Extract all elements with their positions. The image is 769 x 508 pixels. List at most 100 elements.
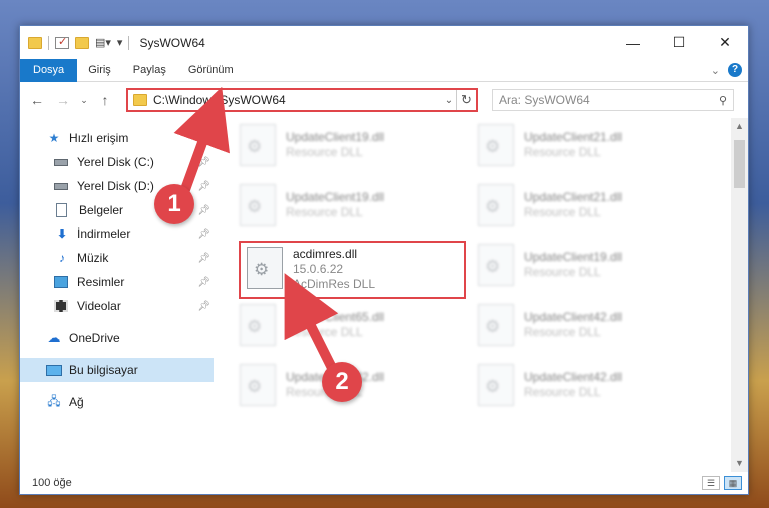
- tab-giris[interactable]: Giriş: [77, 59, 122, 82]
- file-name: UpdateClient42.dll: [524, 310, 623, 324]
- vertical-scrollbar[interactable]: ▲ ▼: [731, 118, 748, 472]
- explorer-window: ▤▾ ▾ SysWOW64 — ☐ ✕ Dosya Giriş Paylaş G…: [19, 25, 749, 495]
- file-name: UpdateClient19.dll: [286, 190, 385, 204]
- dll-file-icon: [478, 244, 514, 286]
- list-item[interactable]: UpdateClient19.dllResource DLL: [478, 244, 698, 290]
- folder-icon[interactable]: [28, 36, 42, 49]
- tab-dosya[interactable]: Dosya: [20, 58, 78, 82]
- drive-icon: [54, 182, 68, 190]
- file-name: UpdateClient19.dll: [286, 130, 385, 144]
- chevron-down-icon[interactable]: ▾: [117, 36, 123, 49]
- pictures-icon: [54, 276, 68, 288]
- sidebar-item-label: Bu bilgisayar: [69, 363, 138, 377]
- item-count: 100 öğe: [32, 477, 72, 489]
- sidebar-item-label: Belgeler: [79, 203, 124, 217]
- search-input[interactable]: Ara: SysWOW64 ⚲: [492, 89, 734, 111]
- ribbon-tabs: Dosya Giriş Paylaş Görünüm ⌄ ?: [20, 58, 748, 82]
- network-icon: 🖧︎: [47, 393, 61, 408]
- help-icon[interactable]: ?: [728, 63, 742, 77]
- list-item[interactable]: UpdateClient65.dllResource DLL: [240, 304, 460, 350]
- forward-arrow-icon[interactable]: →: [52, 92, 74, 108]
- back-arrow-icon[interactable]: ←: [26, 92, 48, 108]
- sidebar-item-label: Resimler: [77, 275, 125, 289]
- sidebar-item-label: Müzik: [77, 251, 109, 265]
- dll-file-icon: [478, 304, 514, 346]
- pin-icon[interactable]: 📌︎: [197, 229, 210, 240]
- recent-locations-icon[interactable]: ⌄: [78, 95, 90, 106]
- refresh-icon[interactable]: ↻: [456, 90, 476, 110]
- tiles-view-icon[interactable]: ▦: [724, 476, 742, 490]
- file-description: Resource DLL: [524, 265, 601, 279]
- address-path[interactable]: C:\Windows\SysWOW64: [153, 93, 442, 107]
- file-description: Resource DLL: [524, 325, 601, 339]
- list-item[interactable]: UpdateClient42.dllResource DLL: [478, 364, 698, 410]
- title-bar: ▤▾ ▾ SysWOW64 — ☐ ✕: [20, 26, 748, 59]
- pin-icon[interactable]: 📌︎: [197, 301, 210, 312]
- view-switcher: ☰ ▦: [702, 476, 748, 490]
- list-item[interactable]: UpdateClient21.dllResource DLL: [478, 124, 698, 170]
- document-icon: [56, 203, 67, 217]
- sidebar-item-onedrive[interactable]: ☁ OneDrive: [20, 326, 214, 350]
- properties-icon[interactable]: [55, 35, 69, 49]
- music-icon: ♪: [59, 251, 65, 265]
- sidebar-item-music[interactable]: ♪ Müzik 📌︎: [20, 246, 214, 270]
- pin-icon[interactable]: 📌︎: [197, 157, 210, 168]
- chevron-down-icon[interactable]: ⌄: [442, 95, 456, 106]
- address-row: ← → ⌄ ↑ C:\Windows\SysWOW64 ⌄ ↻ Ara: Sys…: [20, 82, 748, 118]
- pin-icon[interactable]: 📌︎: [197, 181, 210, 192]
- sidebar-item-label: Yerel Disk (C:): [77, 155, 154, 169]
- file-description: Resource DLL: [524, 385, 601, 399]
- file-name: acdimres.dll: [293, 247, 358, 261]
- window-title: SysWOW64: [139, 35, 205, 50]
- sidebar-item-quick-access[interactable]: ★ Hızlı erişim: [20, 126, 214, 150]
- scroll-up-icon[interactable]: ▲: [731, 118, 748, 135]
- step-badge-1: 1: [154, 184, 194, 224]
- list-item[interactable]: UpdateClient19.dllResource DLL: [240, 124, 460, 170]
- address-bar[interactable]: C:\Windows\SysWOW64 ⌄ ↻: [126, 88, 478, 112]
- file-description: Resource DLL: [286, 205, 363, 219]
- sidebar-item-pictures[interactable]: Resimler 📌︎: [20, 270, 214, 294]
- videos-icon: [54, 300, 68, 312]
- sidebar-item-this-pc[interactable]: Bu bilgisayar: [20, 358, 214, 382]
- tab-paylas[interactable]: Paylaş: [122, 59, 177, 82]
- file-name: UpdateClient65.dll: [286, 310, 385, 324]
- new-folder-icon[interactable]: [75, 36, 89, 49]
- step-badge-2: 2: [322, 362, 362, 402]
- dll-file-icon: [478, 184, 514, 226]
- search-icon[interactable]: ⚲: [719, 94, 727, 107]
- details-view-icon[interactable]: ☰: [702, 476, 720, 490]
- maximize-button[interactable]: ☐: [656, 27, 702, 59]
- file-version: 15.0.6.22: [293, 262, 344, 276]
- pin-icon[interactable]: 📌︎: [197, 205, 210, 216]
- tab-gorunum[interactable]: Görünüm: [177, 59, 245, 82]
- download-icon: ⬇: [56, 227, 68, 241]
- list-item[interactable]: UpdateClient19.dllResource DLL: [240, 184, 460, 230]
- pin-icon[interactable]: 📌︎: [197, 253, 210, 264]
- pin-icon[interactable]: 📌︎: [197, 277, 210, 288]
- dll-file-icon: [240, 304, 276, 346]
- up-arrow-icon[interactable]: ↑: [94, 92, 116, 108]
- sidebar-item-label: Yerel Disk (D:): [77, 179, 154, 193]
- dll-file-icon: [247, 247, 283, 289]
- sidebar-item-videos[interactable]: Videolar 📌︎: [20, 294, 214, 318]
- dll-file-icon: [478, 124, 514, 166]
- close-button[interactable]: ✕: [702, 27, 748, 59]
- highlighted-file-acdimres[interactable]: acdimres.dll 15.0.6.22 AcDimRes DLL: [239, 241, 466, 299]
- file-description: AcDimRes DLL: [293, 277, 376, 291]
- file-list: UpdateClient19.dllResource DLL UpdateCli…: [214, 118, 748, 472]
- cloud-icon: ☁: [47, 330, 61, 345]
- star-icon: ★: [48, 131, 60, 145]
- minimize-button[interactable]: —: [610, 27, 656, 59]
- list-item[interactable]: UpdateClient21.dllResource DLL: [478, 184, 698, 230]
- scroll-down-icon[interactable]: ▼: [731, 455, 748, 472]
- sidebar-item-network[interactable]: 🖧︎ Ağ: [20, 390, 214, 414]
- expand-ribbon-icon[interactable]: ⌄: [711, 64, 720, 77]
- customize-toolbar-icon[interactable]: ▤▾: [95, 36, 111, 49]
- sidebar-item-downloads[interactable]: ⬇ İndirmeler 📌︎: [20, 222, 214, 246]
- sidebar-item-disk-c[interactable]: Yerel Disk (C:) 📌︎: [20, 150, 214, 174]
- sidebar-item-label: Hızlı erişim: [69, 131, 129, 145]
- scroll-thumb[interactable]: [734, 140, 745, 188]
- list-item[interactable]: UpdateClient42.dllResource DLL: [478, 304, 698, 350]
